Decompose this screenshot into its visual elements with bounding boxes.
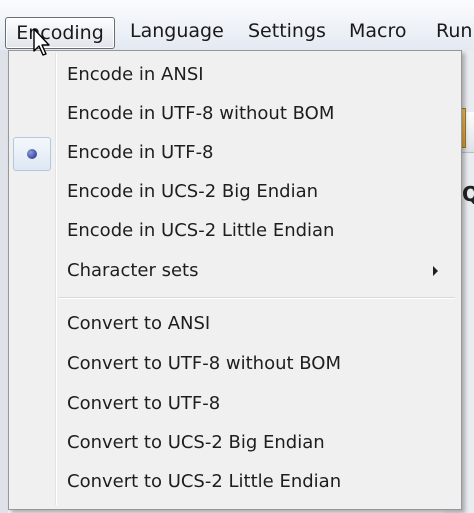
menu-item-encode-utf8-no-bom[interactable]: Encode in UTF-8 without BOM — [11, 95, 457, 133]
menu-item-encode-ucs2-big-endian[interactable]: Encode in UCS-2 Big Endian — [11, 173, 457, 211]
menu-item-label: Convert to UTF-8 without BOM — [67, 353, 341, 374]
menu-item-label: Convert to UCS-2 Big Endian — [67, 432, 325, 453]
app-window: Q Encoding Language Settings Macro Run E… — [0, 0, 474, 513]
menu-item-label: Convert to ANSI — [67, 313, 211, 334]
encoding-dropdown-menu: Encode in ANSI Encode in UTF-8 without B… — [8, 50, 462, 510]
menu-item-encode-utf8[interactable]: Encode in UTF-8 — [11, 134, 457, 172]
menu-item-label: Encode in UTF-8 — [67, 142, 214, 163]
menu-item-convert-ucs2-big-endian[interactable]: Convert to UCS-2 Big Endian — [11, 424, 457, 462]
menu-separator — [59, 297, 455, 299]
menu-item-label: Convert to UTF-8 — [67, 393, 221, 414]
menu-item-convert-ucs2-little-endian[interactable]: Convert to UCS-2 Little Endian — [11, 463, 457, 501]
menu-item-label: Character sets — [67, 260, 199, 281]
editor-text-fragment: Q — [462, 182, 474, 206]
menu-item-label: Encode in UTF-8 without BOM — [67, 103, 335, 124]
menu-item-character-sets[interactable]: Character sets — [11, 252, 457, 290]
mouse-pointer-icon — [33, 28, 50, 56]
menu-item-label: Encode in UCS-2 Little Endian — [67, 220, 335, 241]
menu-bar: Encoding Language Settings Macro Run — [0, 0, 474, 50]
menu-macro[interactable]: Macro — [349, 14, 407, 48]
menu-item-encode-ucs2-little-endian[interactable]: Encode in UCS-2 Little Endian — [11, 212, 457, 250]
menu-encoding[interactable]: Encoding — [5, 17, 115, 49]
menu-item-convert-utf8[interactable]: Convert to UTF-8 — [11, 385, 457, 423]
radio-selected-icon — [13, 137, 51, 171]
menu-item-convert-ansi[interactable]: Convert to ANSI — [11, 305, 457, 343]
menu-item-convert-utf8-no-bom[interactable]: Convert to UTF-8 without BOM — [11, 345, 457, 383]
editor-left-edge — [0, 50, 8, 513]
menu-item-encode-ansi[interactable]: Encode in ANSI — [11, 56, 457, 94]
menu-settings[interactable]: Settings — [248, 14, 326, 48]
submenu-arrow-icon — [433, 266, 438, 276]
menu-item-label: Encode in UCS-2 Big Endian — [67, 181, 319, 202]
menu-item-label: Convert to UCS-2 Little Endian — [67, 471, 342, 492]
radio-dot-icon — [27, 149, 37, 159]
menu-language[interactable]: Language — [130, 14, 224, 48]
menu-run[interactable]: Run — [436, 14, 472, 48]
menu-item-label: Encode in ANSI — [67, 64, 204, 85]
